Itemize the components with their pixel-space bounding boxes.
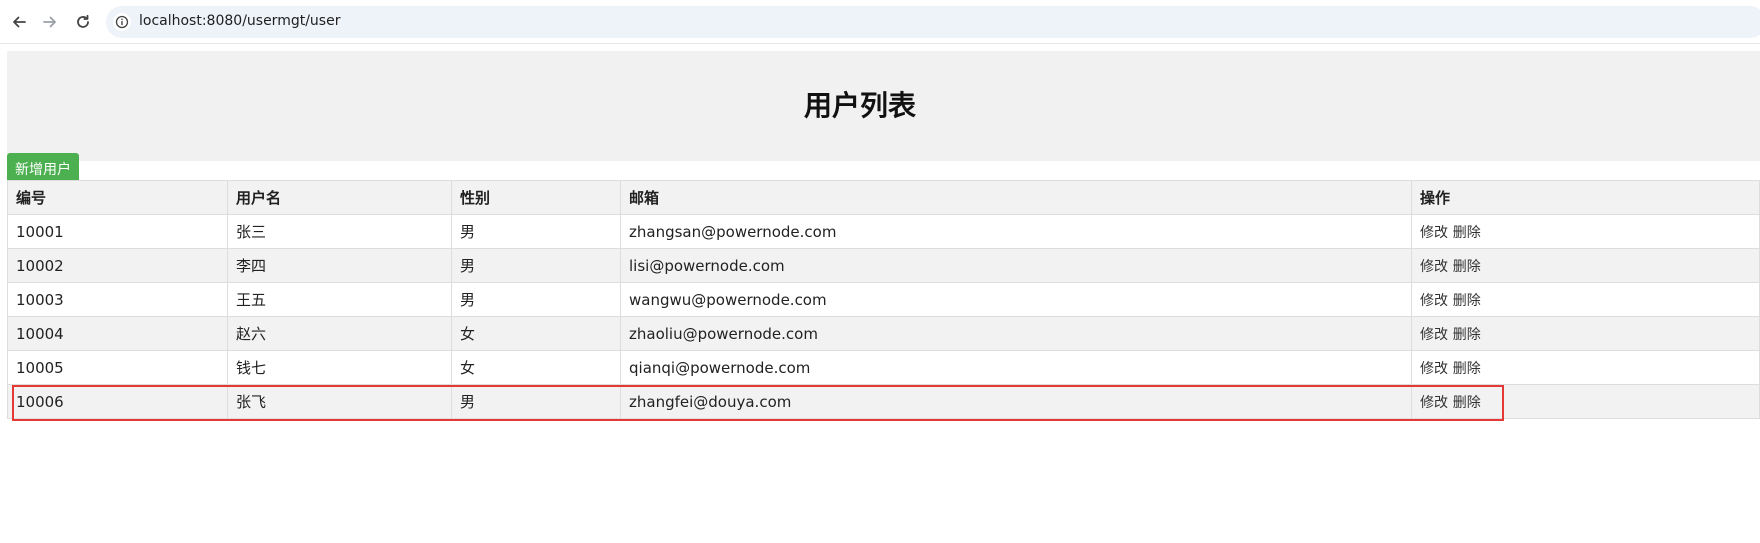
cell-actions: 修改 删除: [1411, 350, 1760, 385]
edit-link[interactable]: 修改: [1420, 293, 1448, 309]
edit-link[interactable]: 修改: [1420, 327, 1448, 343]
cell-actions: 修改 删除: [1411, 214, 1760, 249]
address-bar[interactable]: localhost:8080/usermgt/user: [106, 6, 1760, 38]
edit-link[interactable]: 修改: [1420, 395, 1448, 411]
cell-gender: 男: [451, 384, 621, 419]
browser-toolbar: localhost:8080/usermgt/user: [0, 0, 1760, 44]
cell-id: 10004: [7, 316, 228, 351]
cell-email: lisi@powernode.com: [620, 248, 1412, 283]
back-arrow-icon[interactable]: [6, 9, 32, 35]
cell-email: wangwu@powernode.com: [620, 282, 1412, 317]
cell-gender: 女: [451, 316, 621, 351]
cell-email: zhangsan@powernode.com: [620, 214, 1412, 249]
edit-link[interactable]: 修改: [1420, 259, 1448, 275]
address-url[interactable]: localhost:8080/usermgt/user: [139, 13, 340, 29]
delete-link[interactable]: 删除: [1453, 395, 1481, 411]
edit-link[interactable]: 修改: [1420, 225, 1448, 241]
forward-arrow-icon[interactable]: [37, 9, 63, 35]
column-header-actions: 操作: [1411, 180, 1760, 215]
delete-link[interactable]: 删除: [1453, 259, 1481, 275]
cell-id: 10001: [7, 214, 228, 249]
cell-actions: 修改 删除: [1411, 282, 1760, 317]
cell-username: 张三: [227, 214, 452, 249]
column-header-email: 邮箱: [620, 180, 1412, 215]
cell-gender: 女: [451, 350, 621, 385]
table-row: 10001 张三 男 zhangsan@powernode.com 修改 删除: [7, 214, 1760, 249]
delete-link[interactable]: 删除: [1453, 361, 1481, 377]
cell-email: zhaoliu@powernode.com: [620, 316, 1412, 351]
edit-link[interactable]: 修改: [1420, 361, 1448, 377]
table-header-row: 编号 用户名 性别 邮箱 操作: [7, 180, 1760, 215]
delete-link[interactable]: 删除: [1453, 327, 1481, 343]
cell-email: qianqi@powernode.com: [620, 350, 1412, 385]
column-header-id: 编号: [7, 180, 228, 215]
cell-username: 张飞: [227, 384, 452, 419]
page-title: 用户列表: [803, 89, 916, 122]
cell-username: 王五: [227, 282, 452, 317]
cell-username: 李四: [227, 248, 452, 283]
users-table: 编号 用户名 性别 邮箱 操作 10001 张三 男 zhangsan@powe…: [7, 180, 1760, 419]
info-icon[interactable]: [113, 13, 131, 31]
cell-id: 10006: [7, 384, 228, 419]
column-header-gender: 性别: [451, 180, 621, 215]
cell-gender: 男: [451, 214, 621, 249]
delete-link[interactable]: 删除: [1453, 225, 1481, 241]
column-header-username: 用户名: [227, 180, 452, 215]
cell-email: zhangfei@douya.com: [620, 384, 1412, 419]
cell-username: 钱七: [227, 350, 452, 385]
cell-id: 10003: [7, 282, 228, 317]
page-content: 用户列表 新增用户 编号 用户名 性别 邮箱 操作 10001 张三 男 zha…: [0, 44, 1760, 543]
table-row: 10005 钱七 女 qianqi@powernode.com 修改 删除: [7, 350, 1760, 385]
cell-username: 赵六: [227, 316, 452, 351]
reload-icon[interactable]: [70, 9, 96, 35]
cell-actions: 修改 删除: [1411, 316, 1760, 351]
cell-actions: 修改 删除: [1411, 384, 1760, 419]
cell-gender: 男: [451, 248, 621, 283]
cell-id: 10005: [7, 350, 228, 385]
delete-link[interactable]: 删除: [1453, 293, 1481, 309]
table-row: 10003 王五 男 wangwu@powernode.com 修改 删除: [7, 282, 1760, 317]
cell-gender: 男: [451, 282, 621, 317]
table-row: 10002 李四 男 lisi@powernode.com 修改 删除: [7, 248, 1760, 283]
table-row: 10006 张飞 男 zhangfei@douya.com 修改 删除: [7, 384, 1760, 419]
table-row: 10004 赵六 女 zhaoliu@powernode.com 修改 删除: [7, 316, 1760, 351]
cell-actions: 修改 删除: [1411, 248, 1760, 283]
cell-id: 10002: [7, 248, 228, 283]
